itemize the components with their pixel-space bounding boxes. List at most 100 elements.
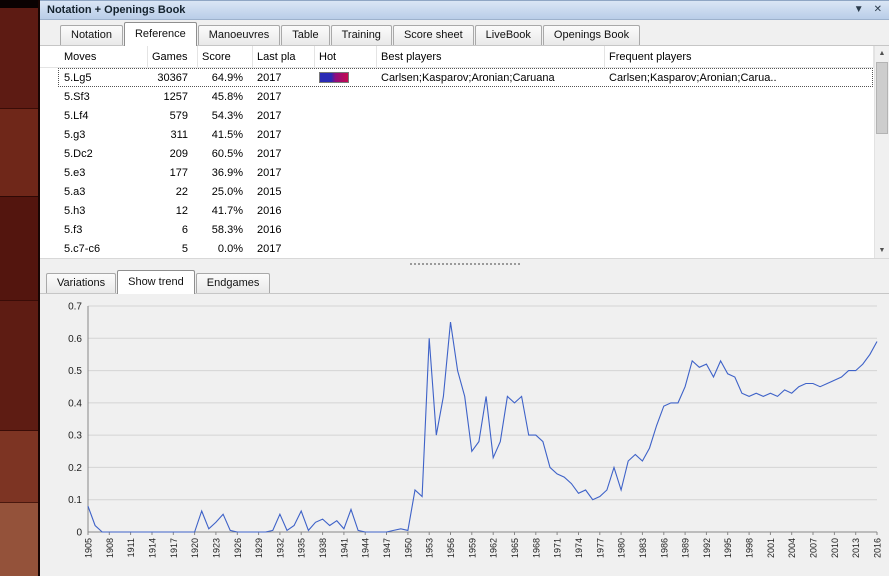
table-row[interactable]: 5.a32225.0%2015: [40, 182, 889, 201]
svg-text:1974: 1974: [574, 538, 584, 558]
svg-text:1941: 1941: [339, 538, 349, 558]
dropdown-icon[interactable]: ▼: [854, 5, 864, 15]
column-header-best-players[interactable]: Best players: [377, 46, 605, 68]
table-row[interactable]: 5.g331141.5%2017: [40, 125, 889, 144]
table-row[interactable]: 5.Sf3125745.8%2017: [40, 87, 889, 106]
svg-text:1938: 1938: [318, 538, 328, 558]
cell-games: 1257: [148, 91, 198, 103]
column-header-hot[interactable]: Hot: [315, 46, 377, 68]
svg-text:1977: 1977: [595, 538, 605, 558]
table-row[interactable]: 5.e317736.9%2017: [40, 163, 889, 182]
cell-score: 58.3%: [198, 224, 253, 236]
column-header-games[interactable]: Games: [148, 46, 198, 68]
svg-text:0.4: 0.4: [68, 398, 82, 409]
svg-text:2013: 2013: [851, 538, 861, 558]
table-row[interactable]: 5.Lg53036764.9%2017Carlsen;Kasparov;Aron…: [40, 68, 889, 87]
svg-text:1950: 1950: [403, 538, 413, 558]
cell-games: 22: [148, 186, 198, 198]
cell-move: 5.h3: [60, 205, 148, 217]
cell-score: 60.5%: [198, 148, 253, 160]
bottom-tabstrip: VariationsShow trendEndgames: [40, 268, 889, 294]
tab-show-trend[interactable]: Show trend: [117, 270, 195, 294]
board-square: [0, 196, 38, 300]
scroll-down-arrow-icon[interactable]: ▼: [875, 243, 889, 258]
pane-title: Notation + Openings Book: [47, 4, 185, 16]
svg-text:1968: 1968: [531, 538, 541, 558]
hot-indicator: [319, 72, 349, 83]
svg-text:1944: 1944: [361, 538, 371, 558]
svg-text:1962: 1962: [489, 538, 499, 558]
cell-move: 5.a3: [60, 186, 148, 198]
cell-move: 5.Lg5: [60, 72, 148, 84]
pane-splitter[interactable]: [40, 258, 889, 268]
board-square: [0, 430, 38, 502]
pane-titlebar: Notation + Openings Book ▼ ✕: [40, 0, 889, 20]
cell-score: 25.0%: [198, 186, 253, 198]
svg-text:1980: 1980: [617, 538, 627, 558]
app-screen: Notation + Openings Book ▼ ✕ NotationRef…: [0, 0, 889, 576]
tab-reference[interactable]: Reference: [124, 22, 197, 46]
close-icon[interactable]: ✕: [874, 5, 882, 15]
cell-move: 5.g3: [60, 129, 148, 141]
tab-endgames[interactable]: Endgames: [196, 273, 271, 293]
board-square: [0, 8, 38, 108]
table-row[interactable]: 5.f3658.3%2016: [40, 220, 889, 239]
column-header-frequent-players[interactable]: Frequent players: [605, 46, 874, 68]
table-row[interactable]: 5.h31241.7%2016: [40, 201, 889, 220]
tab-livebook[interactable]: LiveBook: [475, 25, 542, 45]
cell-last: 2016: [253, 205, 315, 217]
tab-openings-book[interactable]: Openings Book: [543, 25, 640, 45]
cell-last: 2017: [253, 167, 315, 179]
cell-move: 5.Dc2: [60, 148, 148, 160]
tab-score-sheet[interactable]: Score sheet: [393, 25, 474, 45]
cell-last: 2017: [253, 148, 315, 160]
cell-games: 209: [148, 148, 198, 160]
trend-chart-area: 00.10.20.30.40.50.60.7190519081911191419…: [40, 294, 889, 576]
tab-variations[interactable]: Variations: [46, 273, 116, 293]
svg-text:1989: 1989: [681, 538, 691, 558]
tab-training[interactable]: Training: [331, 25, 392, 45]
tab-table[interactable]: Table: [281, 25, 329, 45]
svg-text:0.6: 0.6: [68, 334, 82, 345]
board-square: [0, 502, 38, 576]
svg-text:2007: 2007: [809, 538, 819, 558]
table-row[interactable]: 5.Lf457954.3%2017: [40, 106, 889, 125]
cell-last: 2017: [253, 243, 315, 255]
tab-manoeuvres[interactable]: Manoeuvres: [198, 25, 281, 45]
cell-last: 2017: [253, 129, 315, 141]
svg-text:1959: 1959: [467, 538, 477, 558]
table-row[interactable]: 5.c7-c650.0%2017: [40, 239, 889, 258]
cell-hot: [315, 72, 377, 84]
chessboard-edge: [0, 0, 40, 576]
scrollbar-thumb[interactable]: [876, 62, 888, 134]
table-row[interactable]: 5.Dc220960.5%2017: [40, 144, 889, 163]
column-header-last-pla[interactable]: Last pla: [253, 46, 315, 68]
svg-text:2010: 2010: [830, 538, 840, 558]
tab-notation[interactable]: Notation: [60, 25, 123, 45]
cell-move: 5.f3: [60, 224, 148, 236]
svg-text:0.2: 0.2: [68, 463, 82, 474]
vertical-scrollbar[interactable]: ▲ ▼: [874, 46, 889, 258]
cell-last: 2017: [253, 91, 315, 103]
svg-text:0.3: 0.3: [68, 431, 82, 442]
svg-text:0.7: 0.7: [68, 302, 82, 313]
svg-text:1935: 1935: [297, 538, 307, 558]
column-header-score[interactable]: Score: [198, 46, 253, 68]
svg-text:1920: 1920: [190, 538, 200, 558]
svg-text:1956: 1956: [446, 538, 456, 558]
svg-text:0.1: 0.1: [68, 495, 82, 506]
svg-text:1911: 1911: [126, 538, 136, 557]
column-header-moves[interactable]: Moves: [60, 46, 148, 68]
board-square: [0, 0, 38, 8]
cell-score: 36.9%: [198, 167, 253, 179]
cell-move: 5.Lf4: [60, 110, 148, 122]
svg-text:1923: 1923: [211, 538, 221, 558]
scroll-up-arrow-icon[interactable]: ▲: [875, 46, 889, 61]
svg-text:1917: 1917: [169, 538, 179, 558]
svg-text:1929: 1929: [254, 538, 264, 558]
table-header-row: MovesGamesScoreLast plaHotBest playersFr…: [40, 46, 889, 68]
svg-text:1992: 1992: [702, 538, 712, 558]
svg-text:1971: 1971: [553, 538, 563, 558]
cell-score: 64.9%: [198, 72, 253, 84]
svg-text:1998: 1998: [745, 538, 755, 558]
